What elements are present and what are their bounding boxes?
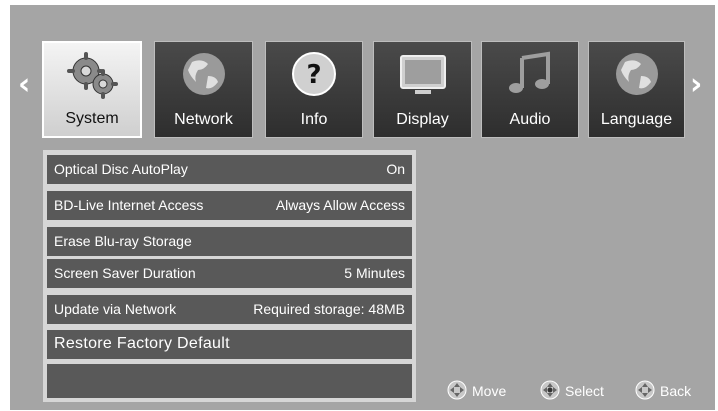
menu-item-label: BD-Live Internet Access [54, 197, 204, 213]
menu-item-optical-disc-autoplay[interactable]: Optical Disc AutoPlay On [47, 155, 412, 184]
menu-item-label: Erase Blu-ray Storage [54, 233, 192, 249]
monitor-icon [399, 55, 446, 94]
nav-right-arrow[interactable]: › [690, 70, 702, 100]
hint-back-label: Back [660, 383, 692, 399]
dpad-icon [447, 380, 467, 400]
tab-label: System [65, 110, 119, 127]
menu-item-update-via-network[interactable]: Update via Network Required storage: 48M… [47, 295, 412, 324]
hint-move-label: Move [472, 383, 507, 399]
svg-text:?: ? [306, 60, 321, 90]
hint-select-label: Select [565, 383, 604, 399]
menu-item-bd-live-internet-access[interactable]: BD-Live Internet Access Always Allow Acc… [47, 191, 412, 220]
nav-left-arrow[interactable]: ‹ [18, 70, 30, 100]
menu-item-restore-factory-default[interactable]: Restore Factory Default [47, 330, 412, 359]
globe-icon [182, 53, 225, 95]
menu-item-value: Required storage: 48MB [253, 301, 405, 317]
settings-menu: Optical Disc AutoPlay On BD-Live Interne… [43, 150, 416, 402]
gears-icon [67, 52, 118, 99]
tab-info[interactable]: ? Info [265, 41, 363, 138]
tab-label: Audio [509, 111, 551, 128]
menu-item-label: Restore Factory Default [54, 335, 230, 352]
tab-label: Language [600, 111, 673, 128]
menu-item-label: Optical Disc AutoPlay [54, 161, 188, 177]
tab-network[interactable]: Network [154, 41, 253, 138]
tab-display[interactable]: Display [373, 41, 472, 138]
dpad-icon [635, 380, 655, 400]
dpad-icon [540, 380, 560, 400]
tab-label: Display [396, 111, 449, 128]
tab-label: Network [174, 111, 233, 128]
tab-language[interactable]: Language [588, 41, 685, 138]
menu-item-label: Screen Saver Duration [54, 265, 196, 281]
menu-item-empty [47, 364, 412, 398]
tab-audio[interactable]: Audio [481, 41, 579, 138]
tab-label: Info [300, 111, 328, 128]
menu-item-erase-bluray-storage[interactable]: Erase Blu-ray Storage [47, 227, 412, 256]
menu-item-value: 5 Minutes [344, 265, 405, 281]
menu-item-screen-saver-duration[interactable]: Screen Saver Duration 5 Minutes [47, 259, 412, 288]
question-icon: ? [292, 52, 336, 96]
tab-system[interactable]: System [42, 41, 142, 138]
menu-item-value: On [386, 161, 405, 177]
globe-icon [615, 53, 658, 95]
menu-item-value: Always Allow Access [275, 197, 405, 213]
music-note-icon [509, 51, 550, 93]
menu-item-label: Update via Network [54, 301, 177, 317]
